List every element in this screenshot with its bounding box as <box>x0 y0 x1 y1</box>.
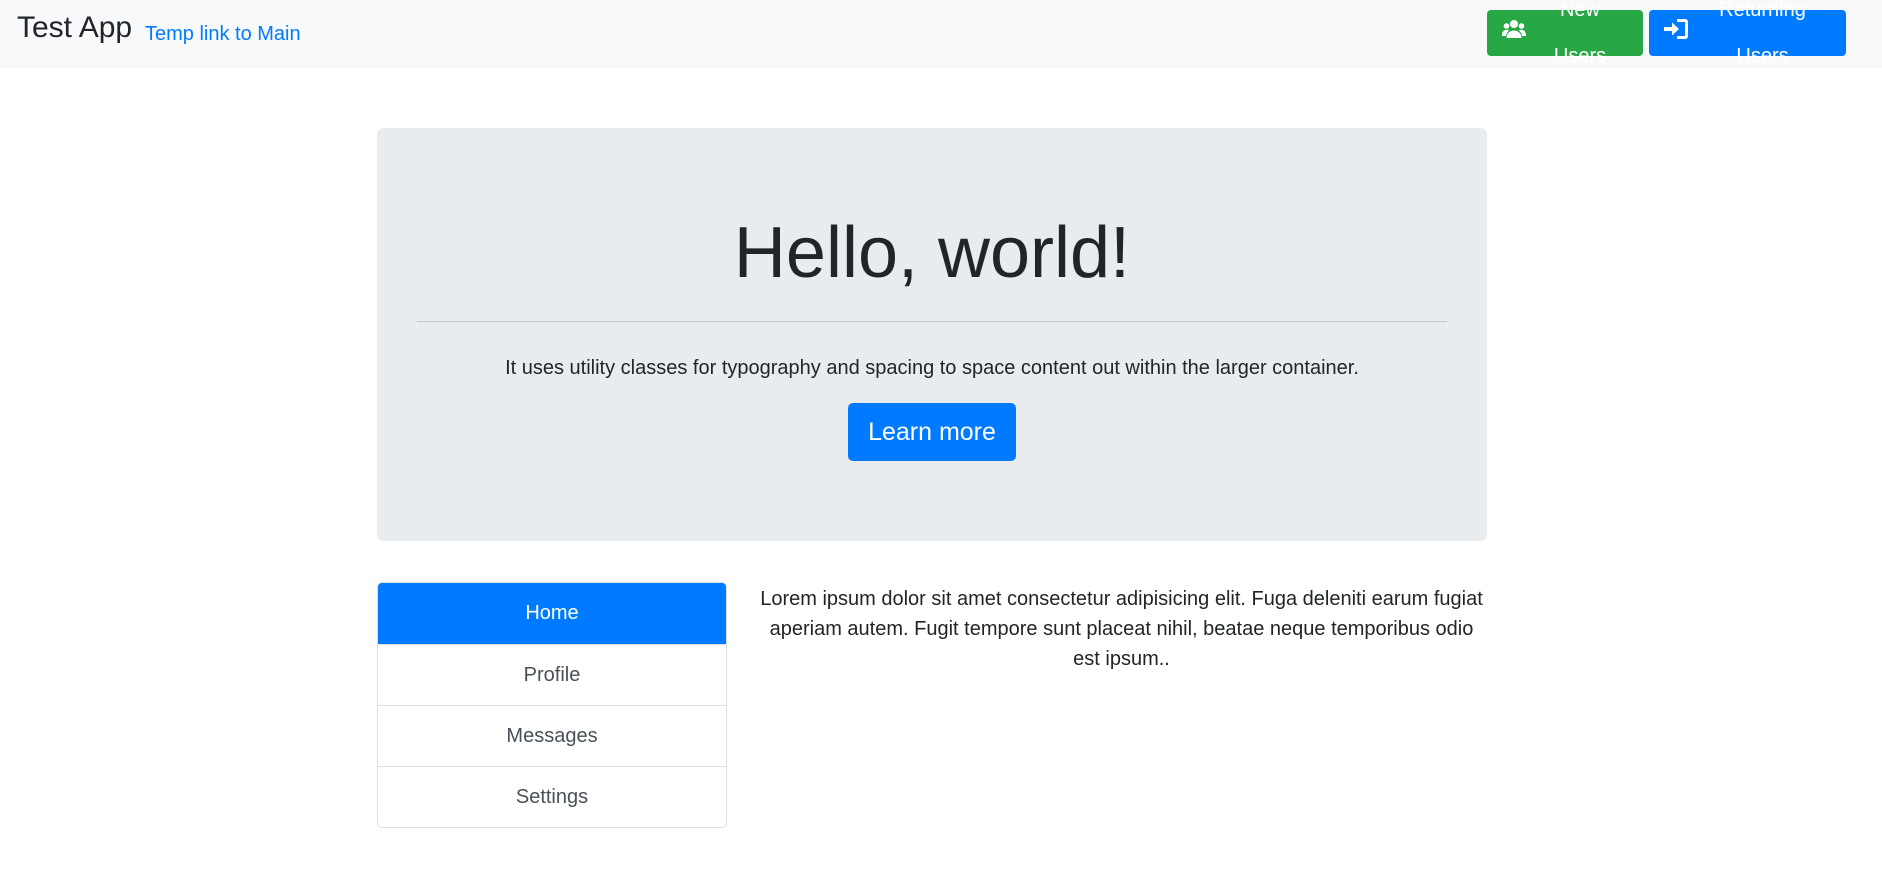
new-users-button[interactable]: New Users <box>1487 0 1643 67</box>
list-item-profile[interactable]: Profile <box>378 644 726 705</box>
content-text: Lorem ipsum dolor sit amet consectetur a… <box>760 588 1483 670</box>
sign-in-icon <box>1664 10 1688 56</box>
returning-users-label: Returning Users <box>1719 0 1806 67</box>
list-item-messages[interactable]: Messages <box>378 705 726 766</box>
jumbotron: Hello, world! It uses utility classes fo… <box>377 128 1487 541</box>
users-icon <box>1502 10 1526 56</box>
returning-users-button[interactable]: Returning Users <box>1649 0 1846 67</box>
temp-main-link[interactable]: Temp link to Main <box>145 21 301 47</box>
brand-title[interactable]: Test App <box>17 10 132 46</box>
new-users-label: New Users <box>1553 0 1607 67</box>
jumbotron-lead: It uses utility classes for typography a… <box>505 357 1359 379</box>
list-item-settings[interactable]: Settings <box>378 766 726 827</box>
jumbotron-divider <box>417 321 1447 322</box>
jumbotron-title: Hello, world! <box>733 213 1131 293</box>
navbar: Test App Temp link to Main New Users Ret… <box>0 0 1882 68</box>
learn-more-button[interactable]: Learn more <box>848 403 1016 461</box>
sidebar-list-group: Home Profile Messages Settings <box>377 582 727 828</box>
list-item-home[interactable]: Home <box>378 583 726 644</box>
